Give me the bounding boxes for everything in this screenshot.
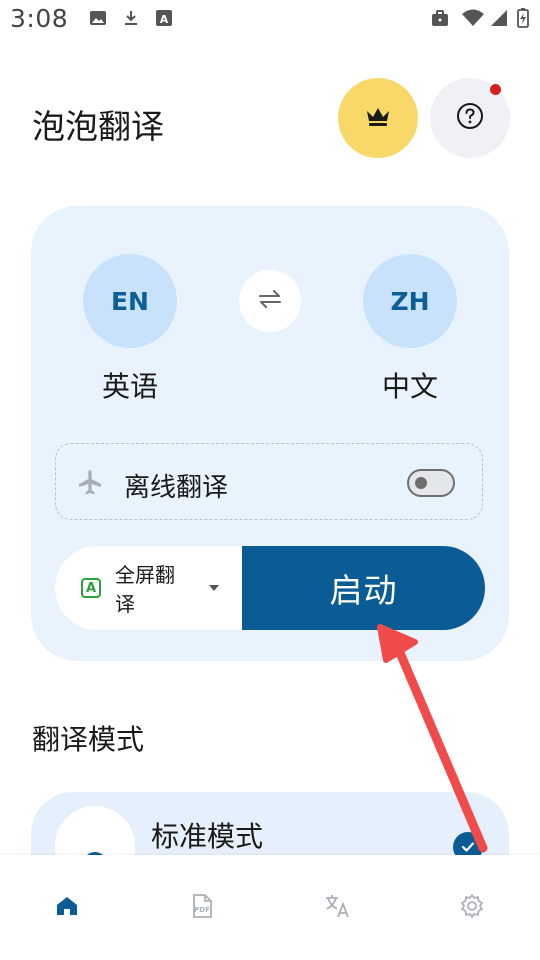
image-icon xyxy=(89,9,107,27)
crown-icon xyxy=(365,105,391,131)
swap-arrows-icon xyxy=(258,290,282,312)
translate-a-icon: A xyxy=(81,578,101,598)
offline-toggle[interactable] xyxy=(407,469,455,497)
airplane-icon xyxy=(76,468,104,500)
nav-translate[interactable] xyxy=(322,892,354,924)
svg-text:PDF: PDF xyxy=(194,906,210,914)
start-button[interactable]: 启动 xyxy=(242,546,485,630)
nav-settings[interactable] xyxy=(456,892,488,924)
swap-languages-button[interactable] xyxy=(239,270,301,332)
toggle-knob xyxy=(415,477,427,489)
battery-charging-icon xyxy=(516,8,530,28)
source-language-button[interactable]: EN xyxy=(83,254,177,348)
target-language-name: 中文 xyxy=(381,370,438,403)
nav-pdf[interactable]: PDF xyxy=(186,892,218,924)
section-title: 翻译模式 xyxy=(32,723,145,756)
wifi-icon xyxy=(461,9,485,27)
briefcase-icon xyxy=(431,9,449,27)
nav-home[interactable] xyxy=(51,892,83,924)
app-title: 泡泡翻译 xyxy=(32,107,164,146)
svg-text:A: A xyxy=(160,13,169,26)
home-icon xyxy=(55,894,79,922)
help-circle-icon xyxy=(456,102,484,134)
target-language-button[interactable]: ZH xyxy=(363,254,457,348)
source-language-name: 英语 xyxy=(101,370,158,403)
notification-dot xyxy=(490,84,501,95)
signal-icon xyxy=(490,9,508,27)
chevron-down-icon xyxy=(209,585,219,591)
offline-translate-label: 离线翻译 xyxy=(124,473,229,503)
mode-title: 标准模式 xyxy=(151,820,264,853)
pdf-icon: PDF xyxy=(189,893,215,923)
vip-button[interactable] xyxy=(338,78,418,158)
translation-mode-label: 全屏翻译 xyxy=(115,563,175,616)
download-icon xyxy=(122,9,140,27)
translate-icon xyxy=(324,893,352,923)
status-time: 3:08 xyxy=(10,4,69,33)
translate-a-icon: A xyxy=(155,9,173,27)
gear-icon xyxy=(459,893,485,923)
